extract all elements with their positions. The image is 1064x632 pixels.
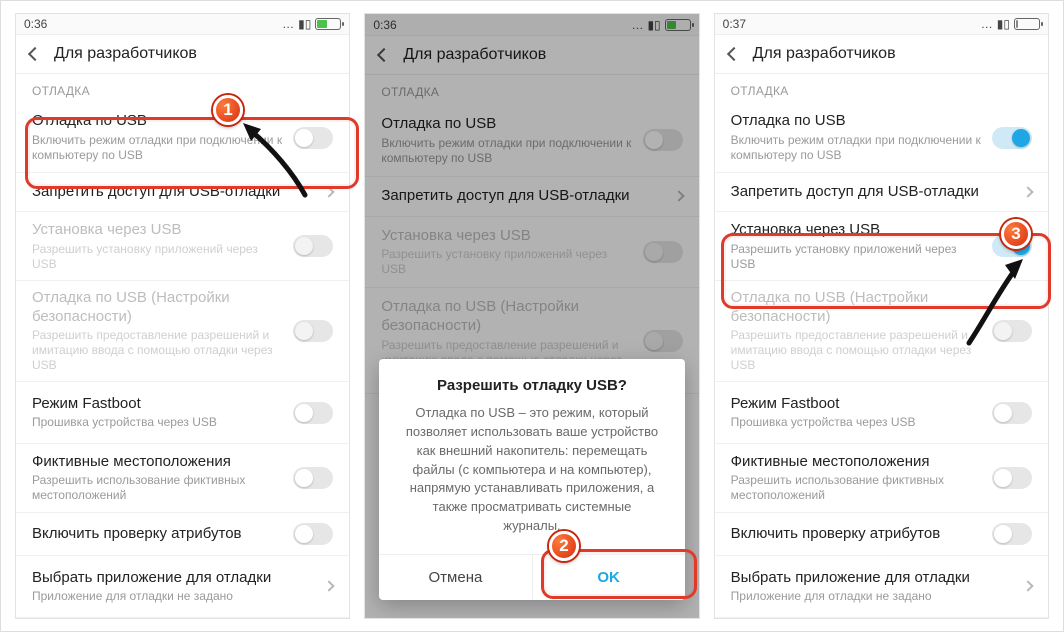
toggle-mock-locations[interactable] <box>992 467 1032 489</box>
row-select-debug-app[interactable]: Выбрать приложение для отладки Приложени… <box>16 556 349 618</box>
toggle-usb-debugging[interactable] <box>992 127 1032 149</box>
row-attribute-check[interactable]: Включить проверку атрибутов <box>16 513 349 556</box>
row-mock-locations[interactable]: Фиктивные местоположения Разрешить испол… <box>16 444 349 513</box>
toggle-fastboot[interactable] <box>992 402 1032 424</box>
row-fastboot[interactable]: Режим Fastboot Прошивка устройства через… <box>715 382 1048 444</box>
step-badge-2: 2 <box>549 531 579 561</box>
row-label: Установка через USB <box>32 221 283 240</box>
row-label: Выбрать приложение для отладки <box>32 569 315 588</box>
row-label: Фиктивные местоположения <box>731 453 982 472</box>
row-revoke-usb-access[interactable]: Запретить доступ для USB-отладки <box>715 173 1048 213</box>
toggle-fastboot[interactable] <box>293 402 333 424</box>
status-bar: 0:36 … ▮▯ <box>16 14 349 35</box>
row-desc: Разрешить использование фиктивных местоп… <box>731 473 982 503</box>
step-badge-3: 3 <box>1001 219 1031 249</box>
row-label: Фиктивные местоположения <box>32 453 283 472</box>
row-attribute-check[interactable]: Включить проверку атрибутов <box>715 513 1048 556</box>
row-desc: Разрешить установку приложений через USB <box>32 242 283 272</box>
row-desc: Включить режим отладки при подключении к… <box>731 133 982 163</box>
row-label: Режим Fastboot <box>32 395 283 414</box>
row-desc: Приложение для отладки не задано <box>731 589 1014 604</box>
phone-screen-1: 0:36 … ▮▯ Для разработчиков ОТЛАДКА Отла… <box>15 13 350 619</box>
page-title: Для разработчиков <box>753 45 896 63</box>
section-header-debug: ОТЛАДКА <box>16 74 349 104</box>
back-icon[interactable] <box>727 47 741 61</box>
toggle-attribute-check[interactable] <box>293 523 333 545</box>
signal-icon: ▮▯ <box>997 17 1010 31</box>
clock-text: 0:36 <box>24 17 47 31</box>
clock-text: 0:37 <box>723 17 746 31</box>
row-usb-security: Отладка по USB (Настройки безопасности) … <box>16 281 349 382</box>
row-mock-locations[interactable]: Фиктивные местоположения Разрешить испол… <box>715 444 1048 513</box>
row-usb-debugging[interactable]: Отладка по USB Включить режим отладки пр… <box>715 104 1048 173</box>
toggle-install-via-usb <box>293 235 333 257</box>
status-bar: 0:37 … ▮▯ <box>715 14 1048 35</box>
toggle-mock-locations[interactable] <box>293 467 333 489</box>
titlebar: Для разработчиков <box>16 35 349 74</box>
phone-screen-2: 0:36 … ▮▯ Для разработчиков ОТЛАДКА Отла… <box>364 13 699 619</box>
titlebar: Для разработчиков <box>715 35 1048 74</box>
row-install-via-usb: Установка через USB Разрешить установку … <box>16 212 349 281</box>
row-label: Включить проверку атрибутов <box>32 525 283 544</box>
row-desc: Разрешить предоставление разрешений и им… <box>731 328 982 373</box>
section-header-debug: ОТЛАДКА <box>715 74 1048 104</box>
dialog-cancel-button[interactable]: Отмена <box>379 555 531 600</box>
back-icon[interactable] <box>28 47 42 61</box>
chevron-right-icon <box>1022 186 1033 197</box>
row-desc: Прошивка устройства через USB <box>731 415 982 430</box>
chevron-right-icon <box>1022 581 1033 592</box>
row-label: Режим Fastboot <box>731 395 982 414</box>
row-fastboot[interactable]: Режим Fastboot Прошивка устройства через… <box>16 382 349 444</box>
status-dots: … <box>981 17 993 31</box>
dialog-body: Отладка по USB – это режим, который позв… <box>379 404 684 554</box>
row-label: Отладка по USB <box>731 112 982 131</box>
row-label: Запретить доступ для USB-отладки <box>731 183 1014 202</box>
toggle-usb-security <box>293 320 333 342</box>
arrow-1 <box>243 123 323 203</box>
row-label: Отладка по USB (Настройки безопасности) <box>32 289 283 327</box>
dialog-title: Разрешить отладку USB? <box>379 359 684 404</box>
chevron-right-icon <box>324 581 335 592</box>
row-label: Включить проверку атрибутов <box>731 525 982 544</box>
step-badge-1: 1 <box>213 95 243 125</box>
row-desc: Приложение для отладки не задано <box>32 589 315 604</box>
row-label: Выбрать приложение для отладки <box>731 569 1014 588</box>
row-desc: Прошивка устройства через USB <box>32 415 283 430</box>
status-dots: … <box>282 17 294 31</box>
toggle-attribute-check[interactable] <box>992 523 1032 545</box>
row-desc: Разрешить использование фиктивных местоп… <box>32 473 283 503</box>
signal-icon: ▮▯ <box>298 17 311 31</box>
row-desc: Разрешить предоставление разрешений и им… <box>32 328 283 373</box>
arrow-3 <box>961 259 1041 349</box>
row-select-debug-app[interactable]: Выбрать приложение для отладки Приложени… <box>715 556 1048 618</box>
battery-icon <box>1014 18 1040 30</box>
battery-icon <box>315 18 341 30</box>
page-title: Для разработчиков <box>54 45 197 63</box>
